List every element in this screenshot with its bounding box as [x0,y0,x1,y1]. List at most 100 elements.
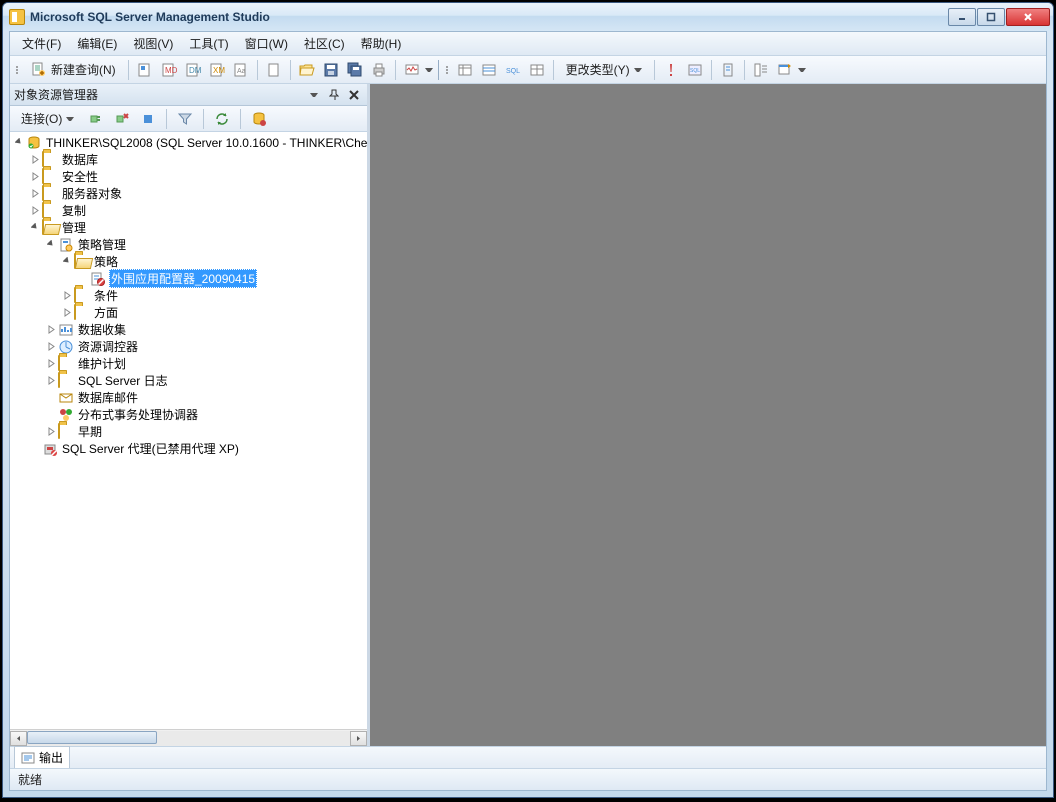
tb-btn-3[interactable]: DM [182,59,204,81]
tb-btn-2[interactable]: MD [158,59,180,81]
minimize-button[interactable] [948,8,976,26]
scroll-track[interactable] [27,731,350,746]
tree-node-conditions[interactable]: 条件 [10,287,367,304]
toolbar-grip-2[interactable] [444,66,450,74]
dropdown-icon[interactable] [425,68,433,72]
toolbar-grip[interactable] [14,66,20,74]
tb-sql2-btn[interactable]: SQL [684,59,706,81]
tree-node-policies[interactable]: 策略 [10,253,367,270]
expand-icon[interactable] [60,306,74,320]
tb-tbl-2[interactable] [478,59,500,81]
expand-icon[interactable] [28,187,42,201]
refresh-button[interactable] [211,108,233,130]
scroll-right-button[interactable] [350,731,367,746]
panel-close-button[interactable] [345,87,363,103]
tree-node-data-collection[interactable]: 数据收集 [10,321,367,338]
tb-btn-4[interactable]: XM [206,59,228,81]
expand-icon[interactable] [44,357,58,371]
execute-button[interactable] [660,59,682,81]
menubar: 文件(F) 编辑(E) 视图(V) 工具(T) 窗口(W) 社区(C) 帮助(H… [10,32,1046,56]
tree-node-facets[interactable]: 方面 [10,304,367,321]
panel-header[interactable]: 对象资源管理器 [10,84,367,106]
menu-tools[interactable]: 工具(T) [181,32,236,55]
tb-sql-btn[interactable]: SQL [502,59,524,81]
svg-text:Aa: Aa [237,68,246,75]
collapse-icon[interactable] [44,238,58,252]
collapse-icon[interactable] [28,221,42,235]
tree-node-security[interactable]: 安全性 [10,168,367,185]
main-toolbar: 新建查询(N) MD DM XM Aa SQL [10,56,1046,84]
svg-text:SQL: SQL [690,68,700,74]
tree-node-server[interactable]: THINKER\SQL2008 (SQL Server 10.0.1600 - … [10,134,367,151]
titlebar[interactable]: Microsoft SQL Server Management Studio [3,3,1053,31]
expand-icon[interactable] [28,204,42,218]
policy-icon [90,271,106,287]
scroll-thumb[interactable] [27,731,157,744]
expand-icon[interactable] [28,153,42,167]
disconnect-button[interactable] [111,108,133,130]
collapse-icon[interactable] [12,136,26,150]
expand-icon[interactable] [60,289,74,303]
dropdown-icon[interactable] [798,68,806,72]
tree-node-databases[interactable]: 数据库 [10,151,367,168]
expand-icon[interactable] [44,425,58,439]
stop-button[interactable] [137,108,159,130]
pin-button[interactable] [325,87,343,103]
collapse-icon[interactable] [60,255,74,269]
tree-node-logs[interactable]: SQL Server 日志 [10,372,367,389]
folder-icon [58,355,60,371]
scroll-left-button[interactable] [10,731,27,746]
expand-icon[interactable] [44,323,58,337]
expand-icon[interactable] [44,340,58,354]
save-button[interactable] [320,59,342,81]
tree-node-agent[interactable]: SQL Server 代理(已禁用代理 XP) [10,440,367,457]
connect-icon-button[interactable] [85,108,107,130]
save-all-button[interactable] [344,59,366,81]
tb-btn-5[interactable]: Aa [230,59,252,81]
stop-icon [140,111,156,127]
tree-node-dbmail[interactable]: 数据库邮件 [10,389,367,406]
tb-indent-btn[interactable] [717,59,739,81]
tb-btn-1[interactable] [134,59,156,81]
tree-node-management[interactable]: 管理 [10,219,367,236]
menu-view[interactable]: 视图(V) [125,32,181,55]
folder-open-icon [42,219,44,235]
report-button[interactable] [248,108,270,130]
tree-container[interactable]: THINKER\SQL2008 (SQL Server 10.0.1600 - … [10,132,367,729]
tree-node-policy-mgmt[interactable]: 策略管理 [10,236,367,253]
tb-list-btn[interactable] [750,59,772,81]
close-button[interactable] [1006,8,1050,26]
new-query-button[interactable]: 新建查询(N) [24,58,123,81]
change-type-button[interactable]: 更改类型(Y) [559,58,649,81]
window-position-button[interactable] [305,87,323,103]
tree-node-replication[interactable]: 复制 [10,202,367,219]
output-tab[interactable]: 输出 [14,746,70,769]
folder-icon [74,287,76,303]
folder-icon [58,372,60,388]
expand-icon[interactable] [28,170,42,184]
print-button[interactable] [368,59,390,81]
menu-window[interactable]: 窗口(W) [237,32,296,55]
open-button[interactable] [296,59,318,81]
tb-btn-6[interactable] [263,59,285,81]
menu-file[interactable]: 文件(F) [14,32,69,55]
expand-icon[interactable] [44,374,58,388]
tree-node-legacy[interactable]: 早期 [10,423,367,440]
new-query-icon [31,62,47,78]
connect-button[interactable]: 连接(O) [14,107,81,130]
activity-icon [404,62,420,78]
menu-help[interactable]: 帮助(H) [353,32,410,55]
status-text: 就绪 [18,771,42,788]
tb-tbl-3[interactable] [526,59,548,81]
tb-newwin-btn[interactable] [774,59,796,81]
menu-community[interactable]: 社区(C) [296,32,353,55]
folder-icon [42,168,44,184]
tree-node-selected-policy[interactable]: 外围应用配置器_20090415 [10,270,367,287]
activity-button[interactable] [401,59,423,81]
maximize-button[interactable] [977,8,1005,26]
menu-edit[interactable]: 编辑(E) [69,32,125,55]
tree-node-server-objects[interactable]: 服务器对象 [10,185,367,202]
horizontal-scrollbar[interactable] [10,729,367,746]
tb-tbl-1[interactable] [454,59,476,81]
filter-button[interactable] [174,108,196,130]
